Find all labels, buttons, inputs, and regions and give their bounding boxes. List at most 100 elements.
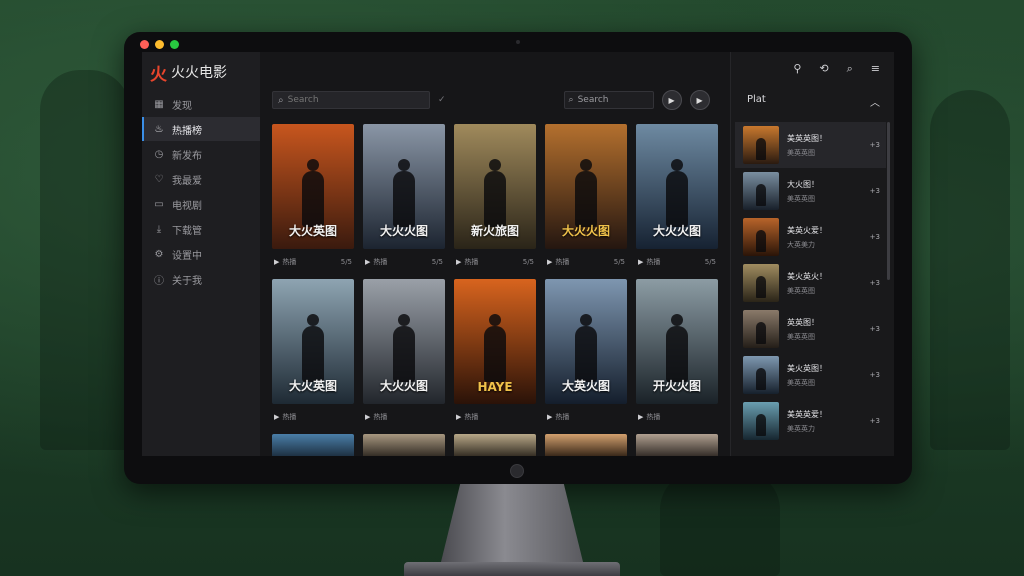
movie-poster[interactable]: 新火旅图 bbox=[454, 124, 536, 249]
menu-icon[interactable]: ≡ bbox=[871, 62, 880, 76]
movie-poster[interactable]: 大火火图 bbox=[545, 124, 627, 249]
movie-poster[interactable] bbox=[363, 434, 445, 456]
movie-card[interactable] bbox=[363, 434, 445, 456]
secondary-search-placeholder: Search bbox=[577, 95, 609, 105]
monitor-logo-icon bbox=[510, 464, 524, 478]
clock-icon: ◷ bbox=[154, 148, 164, 160]
movie-poster[interactable] bbox=[272, 434, 354, 456]
poster-figure bbox=[666, 159, 688, 227]
chevron-up-icon[interactable]: ︿ bbox=[870, 94, 880, 109]
movie-card[interactable]: 大火火图 ▶ 热播 5/5 bbox=[636, 124, 718, 279]
sidebar-item-3[interactable]: ♡ 我最爱 bbox=[142, 167, 260, 191]
clock-icon[interactable]: ⟲ bbox=[819, 62, 828, 76]
sidebar-item-5[interactable]: ⤓ 下载管 bbox=[142, 217, 260, 241]
movie-card[interactable]: 大火火图 ▶ 热播 bbox=[363, 279, 445, 434]
maximize-window-button[interactable] bbox=[170, 40, 179, 49]
sidebar-item-0[interactable]: ▦ 发现 bbox=[142, 92, 260, 116]
movie-poster[interactable]: 大火英图 bbox=[272, 124, 354, 249]
movie-card[interactable]: 大火英图 ▶ 热播 bbox=[272, 279, 354, 434]
sidebar-item-6[interactable]: ⚙ 设置中 bbox=[142, 242, 260, 266]
movie-poster[interactable]: 大火火图 bbox=[636, 124, 718, 249]
card-meta-left[interactable]: ▶ 热播 bbox=[456, 257, 478, 267]
list-item[interactable]: 美英英爱！ 美英英力 +3 bbox=[735, 398, 886, 444]
poster-figure bbox=[302, 314, 324, 382]
card-meta-left[interactable]: ▶ 热播 bbox=[274, 412, 296, 422]
list-item[interactable]: 美火英火！ 美英英图 +3 bbox=[735, 260, 886, 306]
sidebar-item-4[interactable]: ▭ 电视剧 bbox=[142, 192, 260, 216]
card-meta-left[interactable]: ▶ 热播 bbox=[547, 412, 569, 422]
play-icon: ▶ bbox=[365, 258, 371, 266]
card-meta-left[interactable]: ▶ 热播 bbox=[547, 257, 569, 267]
card-meta-left[interactable]: ▶ 热播 bbox=[365, 412, 387, 422]
movie-card[interactable] bbox=[272, 434, 354, 456]
list-item-title: 美英英图！ bbox=[787, 133, 827, 143]
movie-poster[interactable]: 大火英图 bbox=[272, 279, 354, 404]
panel-header: Plat ︿ bbox=[747, 94, 880, 109]
play-button[interactable]: ▶ bbox=[661, 90, 682, 110]
movie-poster[interactable] bbox=[545, 434, 627, 456]
window-controls bbox=[140, 40, 179, 49]
list-item[interactable]: 大火图！ 美英英图 +3 bbox=[735, 168, 886, 214]
list-thumbnail bbox=[743, 356, 779, 394]
card-meta-label: 热播 bbox=[646, 413, 661, 421]
list-item[interactable]: 美英英图！ 美英英图 +3 bbox=[735, 122, 886, 168]
close-window-button[interactable] bbox=[140, 40, 149, 49]
movie-poster[interactable] bbox=[454, 434, 536, 456]
movie-card[interactable] bbox=[545, 434, 627, 456]
movie-poster[interactable]: 大火火图 bbox=[363, 279, 445, 404]
movie-card[interactable] bbox=[636, 434, 718, 456]
movie-poster[interactable]: 大英火图 bbox=[545, 279, 627, 404]
list-item-count: +3 bbox=[869, 325, 880, 333]
card-meta-label: 热播 bbox=[464, 258, 479, 266]
brand[interactable]: 火 火火电影 bbox=[142, 60, 260, 85]
movie-poster[interactable] bbox=[636, 434, 718, 456]
movie-poster[interactable]: 开火火图 bbox=[636, 279, 718, 404]
sidebar-item-1[interactable]: ♨ 热播榜 bbox=[142, 117, 260, 141]
card-meta-left[interactable]: ▶ 热播 bbox=[638, 412, 660, 422]
app-window: 火 火火电影 ▦ 发现 ♨ 热播榜 ◷ 新发布 ♡ 我最爱 ▭ 电视剧 ⤓ 下载管 ⚙ 设置中 ⓘ 关于我 ⌕… bbox=[142, 52, 894, 456]
movie-card[interactable] bbox=[454, 434, 536, 456]
play-icon: ▶ bbox=[274, 258, 280, 266]
movie-card[interactable]: 新火旅图 ▶ 热播 5/5 bbox=[454, 124, 536, 279]
search-box[interactable]: ⌕ bbox=[272, 91, 430, 109]
info-icon: ⓘ bbox=[154, 275, 164, 287]
playlist-scrollbar[interactable] bbox=[887, 122, 890, 280]
movie-card[interactable]: 大英火图 ▶ 热播 bbox=[545, 279, 627, 434]
list-item[interactable]: 美英火爱！ 大英美力 +3 bbox=[735, 214, 886, 260]
check-icon[interactable]: ✓ bbox=[438, 95, 446, 105]
movie-card[interactable]: 大火英图 ▶ 热播 5/5 bbox=[272, 124, 354, 279]
list-item[interactable]: 美火英图！ 美英英图 +3 bbox=[735, 352, 886, 398]
list-item-text: 美火英火！ 美英英图 bbox=[787, 271, 870, 296]
card-meta: ▶ 热播 5/5 bbox=[636, 249, 718, 267]
search-icon[interactable]: ⌕ bbox=[847, 62, 853, 76]
card-meta-left[interactable]: ▶ 热播 bbox=[456, 412, 478, 422]
list-item[interactable]: 英英图！ 美英英图 +3 bbox=[735, 306, 886, 352]
poster-title: 大火英图 bbox=[288, 224, 337, 238]
pin-icon[interactable]: ⚲ bbox=[793, 62, 801, 76]
list-item-count: +3 bbox=[869, 417, 880, 425]
minimize-window-button[interactable] bbox=[155, 40, 164, 49]
movie-grid: 大火英图 ▶ 热播 5/5 大火火图 ▶ 热播 5/5 新火旅图 ▶ 热播 5/5 大火火图 ▶ 热播 5/5… bbox=[272, 124, 730, 434]
card-meta-left[interactable]: ▶ 热播 bbox=[638, 257, 660, 267]
play-icon: ▶ bbox=[696, 95, 703, 105]
sidebar-item-label: 下载管 bbox=[172, 225, 202, 237]
card-meta: ▶ 热播 bbox=[454, 404, 536, 422]
next-button[interactable]: ▶ bbox=[689, 90, 710, 110]
poster-title: 大英火图 bbox=[561, 379, 610, 393]
movie-poster[interactable]: HAYE bbox=[454, 279, 536, 404]
sidebar-item-2[interactable]: ◷ 新发布 bbox=[142, 142, 260, 166]
secondary-search-box[interactable]: ⌕ Search bbox=[563, 91, 654, 109]
poster-title: 开火火图 bbox=[652, 379, 701, 393]
movie-card[interactable]: HAYE ▶ 热播 bbox=[454, 279, 536, 434]
movie-card[interactable]: 开火火图 ▶ 热播 bbox=[636, 279, 718, 434]
sidebar-item-7[interactable]: ⓘ 关于我 bbox=[142, 267, 260, 291]
card-meta-left[interactable]: ▶ 热播 bbox=[365, 257, 387, 267]
movie-card[interactable]: 大火火图 ▶ 热播 5/5 bbox=[545, 124, 627, 279]
card-meta: ▶ 热播 bbox=[272, 404, 354, 422]
movie-card[interactable]: 大火火图 ▶ 热播 5/5 bbox=[363, 124, 445, 279]
movie-poster[interactable]: 大火火图 bbox=[363, 124, 445, 249]
poster-title: 大火火图 bbox=[379, 224, 428, 238]
list-item-subtitle: 美英英力 bbox=[787, 424, 815, 433]
search-input[interactable] bbox=[287, 95, 416, 105]
card-meta-left[interactable]: ▶ 热播 bbox=[274, 257, 296, 267]
